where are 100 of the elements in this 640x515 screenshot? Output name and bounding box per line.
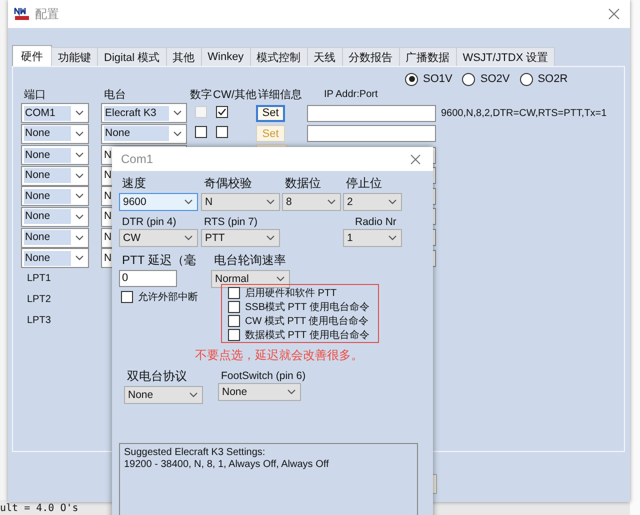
checkbox[interactable]	[121, 291, 133, 303]
field-label: 速度	[121, 176, 147, 192]
tab[interactable]: Winkey	[200, 47, 251, 66]
field-label: 停止位	[345, 176, 383, 192]
dropdown[interactable]: 2	[343, 193, 402, 211]
port-dropdown[interactable]: None	[21, 248, 89, 268]
dropdown[interactable]: 8	[282, 193, 341, 211]
dropdown[interactable]: PTT	[201, 229, 280, 247]
dialog-title: Com1	[121, 152, 154, 166]
suggestion-text: Suggested Elecraft K3 Settings:	[124, 447, 266, 459]
dropdown[interactable]: N	[201, 193, 280, 211]
chevron-down-icon	[266, 199, 275, 205]
port-dropdown[interactable]: None	[21, 228, 89, 248]
lpt-label: LPT3	[27, 314, 51, 328]
chevron-down-icon	[388, 199, 397, 205]
column-header: 数字	[190, 88, 213, 102]
suggestion-text: 19200 - 38400, N, 8, 1, Always Off, Always Off	[124, 459, 330, 471]
tab[interactable]: 广播数据	[398, 47, 457, 66]
dropdown[interactable]: CW	[119, 229, 198, 247]
checkbox[interactable]	[216, 106, 228, 118]
checkbox[interactable]	[228, 287, 240, 299]
chevron-down-icon	[184, 235, 193, 241]
field-label: Radio Nr	[354, 215, 398, 229]
field-label: 数据位	[284, 176, 322, 192]
field-label: DTR (pin 4)	[121, 215, 178, 229]
chevron-down-icon	[75, 214, 84, 220]
port-dropdown[interactable]: COM1	[21, 103, 89, 124]
ip-address-field[interactable]	[307, 125, 436, 142]
radio-dropdown[interactable]: None	[101, 124, 187, 144]
tab[interactable]: 其他	[166, 47, 202, 66]
tab[interactable]: 分数报告	[342, 47, 400, 66]
port-dropdown[interactable]: None	[21, 124, 89, 144]
chevron-down-icon	[327, 199, 336, 205]
dropdown[interactable]: 1	[343, 229, 402, 247]
tab[interactable]: 功能键	[51, 47, 98, 66]
tab[interactable]: 天线	[306, 47, 343, 66]
checkbox[interactable]	[228, 301, 240, 313]
column-header: 电台	[104, 88, 127, 102]
ptt-delay-field[interactable]: 0	[119, 270, 177, 287]
tab[interactable]: 硬件	[12, 45, 52, 66]
chevron-down-icon	[75, 130, 84, 137]
checkbox[interactable]	[228, 315, 240, 327]
ip-address-field[interactable]	[307, 104, 436, 122]
chevron-down-icon	[75, 172, 84, 179]
checkbox-label: 数据模式 PTT 使用电台命令	[245, 328, 370, 342]
checkbox[interactable]	[216, 126, 228, 138]
checkbox-label: 启用硬件和软件 PTT	[245, 286, 337, 300]
field-label: 电台轮询速率	[213, 253, 287, 269]
lpt-label: LPT1	[27, 272, 51, 286]
checkbox[interactable]	[195, 126, 207, 138]
checkbox-label: 允许外部中断	[138, 290, 198, 304]
window-title: 配置	[35, 6, 59, 22]
chevron-down-icon	[173, 130, 182, 137]
dropdown[interactable]: 9600	[119, 193, 198, 211]
set-button[interactable]: Set	[256, 104, 285, 122]
chevron-down-icon	[184, 199, 193, 205]
column-header: CW/其他	[213, 88, 258, 102]
port-dropdown[interactable]: None	[21, 166, 89, 186]
field-label: 双电台协议	[126, 369, 188, 385]
chevron-down-icon	[173, 110, 182, 116]
chevron-down-icon	[287, 389, 296, 395]
field-label: RTS (pin 7)	[203, 215, 258, 229]
chevron-down-icon	[189, 392, 198, 398]
annotation-text: 不要点选，延迟就会改善很多。	[195, 347, 363, 364]
checkbox-row[interactable]: 允许外部中断	[121, 290, 221, 304]
field-label: PTT 延迟（毫	[121, 253, 197, 269]
chevron-down-icon	[75, 110, 84, 116]
port-dropdown[interactable]: None	[21, 145, 89, 166]
chevron-down-icon	[266, 235, 275, 241]
tab[interactable]: Digital 模式	[97, 47, 167, 66]
column-header: 端口	[24, 88, 47, 102]
checkbox-label: CW 模式 PTT 使用电台命令	[245, 314, 369, 328]
chevron-down-icon	[75, 234, 84, 241]
radio-button[interactable]: SO1V	[405, 72, 452, 86]
port-settings-text: 9600,N,8,2,DTR=CW,RTS=PTT,Tx=1	[441, 108, 608, 119]
chevron-down-icon	[388, 235, 397, 241]
background-text: ult = 4.0 O's	[0, 503, 78, 515]
checkbox[interactable]	[228, 329, 240, 341]
column-header: IP Addr:Port	[324, 89, 378, 100]
field-label: 奇偶校验	[203, 176, 253, 192]
port-dropdown[interactable]: None	[21, 206, 89, 227]
port-dropdown[interactable]: None	[21, 186, 89, 206]
radio-dropdown[interactable]: Elecraft K3	[101, 103, 187, 124]
chevron-down-icon	[75, 255, 84, 262]
field-label: FootSwitch (pin 6)	[220, 369, 306, 383]
chevron-down-icon	[276, 276, 285, 282]
dropdown[interactable]: None	[124, 386, 203, 404]
lpt-label: LPT2	[27, 292, 51, 307]
close-icon[interactable]	[608, 8, 620, 20]
tab[interactable]: 模式控制	[250, 47, 308, 66]
chevron-down-icon	[75, 193, 84, 200]
app-logo-icon	[14, 7, 30, 21]
radio-button[interactable]: SO2V	[462, 72, 510, 86]
checkbox-label: SSB模式 PTT 使用电台命令	[245, 300, 370, 314]
column-header: 详细信息	[258, 88, 303, 102]
close-icon[interactable]	[410, 154, 421, 164]
dropdown[interactable]: None	[218, 383, 301, 401]
dropdown[interactable]: Normal	[211, 270, 290, 288]
tab[interactable]: WSJT/JTDX 设置	[456, 47, 556, 66]
radio-button[interactable]: SO2R	[520, 72, 568, 86]
